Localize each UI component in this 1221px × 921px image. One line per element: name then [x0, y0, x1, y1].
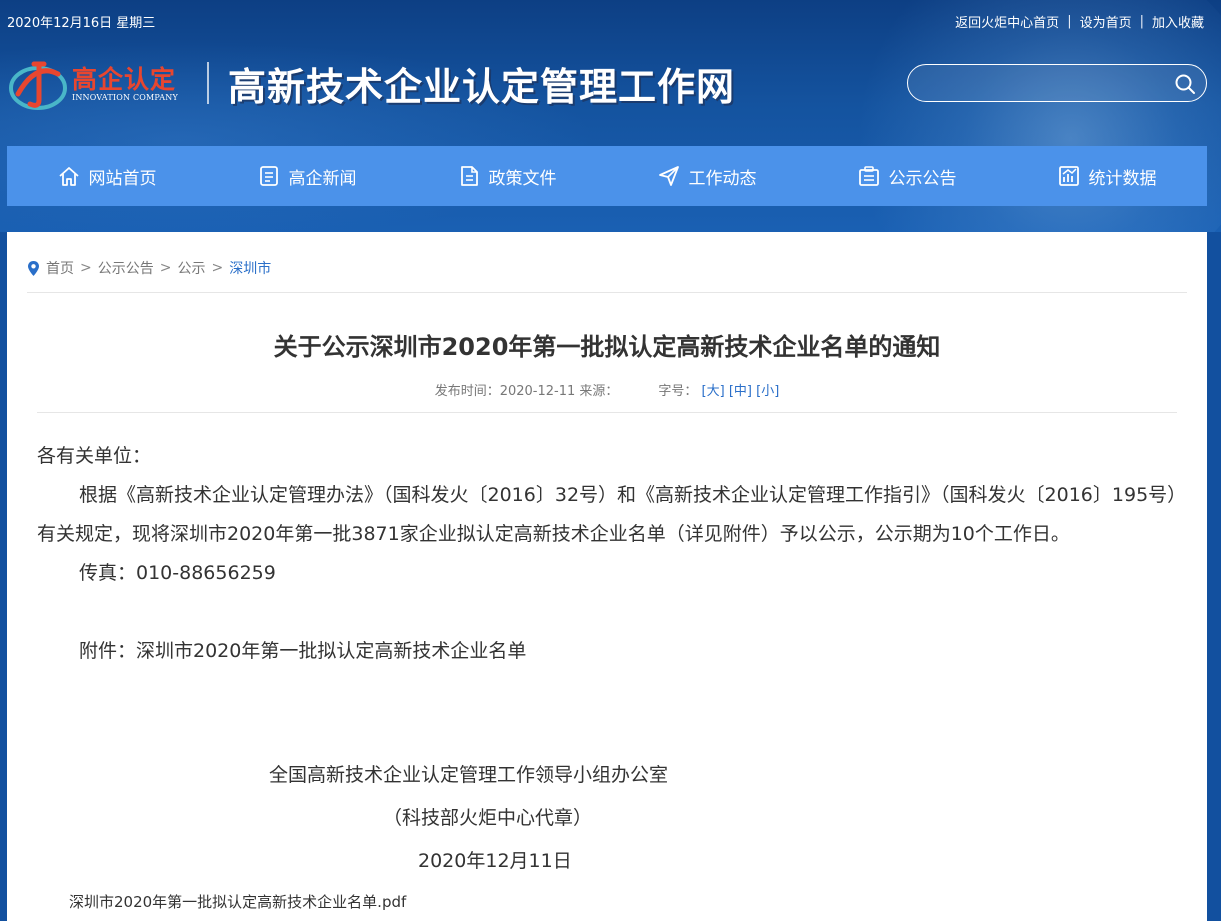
signature-stamp: （科技部火炬中心代章） [383, 807, 593, 829]
signature-date: 2020年12月11日 [418, 850, 572, 872]
nav-label: 政策文件 [488, 168, 557, 189]
font-size-large[interactable]: [大] [702, 384, 725, 399]
site-logo[interactable]: 高企认定 INNOVATION COMPANY [8, 52, 198, 112]
location-pin-icon [28, 260, 39, 276]
logo-text-en: INNOVATION COMPANY [72, 93, 178, 102]
font-size-medium[interactable]: [中] [729, 384, 752, 399]
attachment-file-link[interactable]: 深圳市2020年第一批拟认定高新技术企业名单.pdf [69, 891, 406, 912]
breadcrumb-separator: > [159, 260, 172, 276]
salutation: 各有关单位： [37, 445, 152, 467]
chart-icon [1058, 166, 1079, 186]
nav-item-notices[interactable]: 公示公告 [807, 146, 1007, 206]
nav-label: 网站首页 [88, 168, 157, 189]
article-body: 各有关单位： 根据《高新技术企业认定管理办法》（国科发火〔2016〕32号）和《… [37, 437, 1177, 671]
nav-label: 统计数据 [1088, 168, 1157, 189]
signature-organization: 全国高新技术企业认定管理工作领导小组办公室 [269, 764, 669, 786]
article-content: 首页 > 公示公告 > 公示 > 深圳市 关于公示深圳市2020年第一批拟认定高… [7, 232, 1207, 921]
link-separator: | [1139, 14, 1144, 29]
breadcrumb-public[interactable]: 公示 [177, 258, 205, 278]
document-icon [460, 166, 478, 186]
top-links: 返回火炬中心首页 | 设为首页 | 加入收藏 [955, 12, 1204, 31]
main-nav: 网站首页 高企新闻 政策文件 工作动态 公示公告 统计数据 [7, 146, 1207, 206]
breadcrumb-notices[interactable]: 公示公告 [98, 258, 154, 278]
nav-item-news[interactable]: 高企新闻 [207, 146, 407, 206]
link-separator: | [1067, 14, 1072, 29]
main-paragraph: 根据《高新技术企业认定管理办法》（国科发火〔2016〕32号）和《高新技术企业认… [37, 484, 1177, 545]
home-icon [58, 167, 79, 186]
logo-text-cn: 高企认定 [72, 65, 177, 94]
divider [37, 412, 1177, 413]
nav-item-statistics[interactable]: 统计数据 [1007, 146, 1207, 206]
set-homepage-link[interactable]: 设为首页 [1080, 12, 1132, 31]
nav-label: 公示公告 [888, 168, 957, 189]
breadcrumb-separator: > [211, 260, 224, 276]
divider [27, 292, 1187, 293]
nav-item-home[interactable]: 网站首页 [7, 146, 207, 206]
font-size-label: 字号： [658, 384, 698, 399]
back-to-torch-home-link[interactable]: 返回火炬中心首页 [955, 12, 1059, 31]
current-date: 2020年12月16日 星期三 [7, 16, 156, 31]
nav-item-policy[interactable]: 政策文件 [407, 146, 607, 206]
add-favorite-link[interactable]: 加入收藏 [1152, 12, 1204, 31]
nav-item-work-news[interactable]: 工作动态 [607, 146, 807, 206]
breadcrumb-separator: > [80, 260, 92, 276]
font-size-small[interactable]: [小] [756, 384, 779, 399]
news-icon [259, 166, 278, 186]
breadcrumb-home[interactable]: 首页 [46, 258, 74, 278]
top-bar: 2020年12月16日 星期三 返回火炬中心首页 | 设为首页 | 加入收藏 [0, 0, 1221, 40]
logo-swirl-icon [9, 61, 67, 110]
breadcrumb-current[interactable]: 深圳市 [229, 258, 271, 278]
search-input[interactable] [924, 71, 1168, 97]
site-header: 2020年12月16日 星期三 返回火炬中心首页 | 设为首页 | 加入收藏 高… [0, 0, 1221, 232]
search-box [907, 64, 1207, 102]
article-title: 关于公示深圳市2020年第一批拟认定高新技术企业名单的通知 [273, 333, 941, 361]
attachment-line: 附件：深圳市2020年第一批拟认定高新技术企业名单 [79, 640, 527, 662]
nav-label: 高企新闻 [288, 168, 357, 189]
site-title: 高新技术企业认定管理工作网 [228, 64, 736, 109]
publish-time: 发布时间：2020-12-11 来源： [434, 384, 619, 399]
fax-line: 传真：010-88656259 [79, 562, 276, 584]
logo-divider [207, 62, 209, 104]
breadcrumb: 首页 > 公示公告 > 公示 > 深圳市 [27, 258, 271, 278]
paper-plane-icon [658, 166, 679, 186]
nav-label: 工作动态 [688, 168, 757, 189]
search-icon[interactable] [1174, 73, 1196, 95]
notice-icon [858, 166, 879, 186]
article-meta: 发布时间：2020-12-11 来源： 字号： [大] [中] [小] [7, 380, 1207, 399]
